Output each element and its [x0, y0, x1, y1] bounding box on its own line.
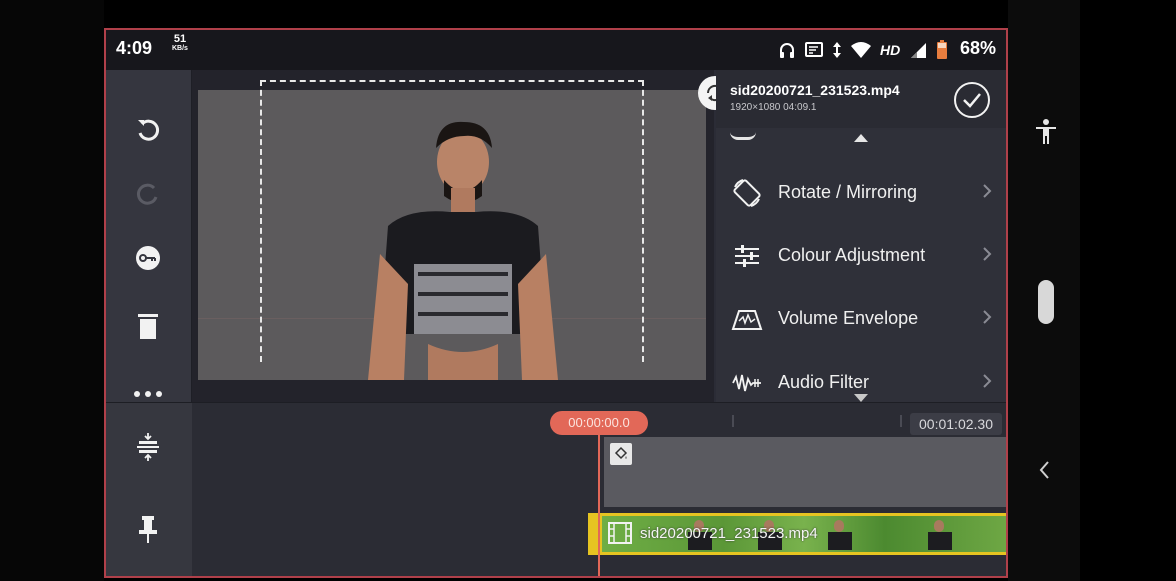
pin-button[interactable] — [128, 509, 168, 549]
pin-icon — [139, 516, 157, 543]
chevron-left-icon[interactable] — [1038, 460, 1050, 480]
headphones-icon — [780, 43, 794, 58]
crop-box[interactable] — [260, 76, 732, 362]
timeline-tracks[interactable]: 00:01:02.30 sid20200721_231523.mp4 00:00… — [192, 403, 1006, 576]
network-speed: 51 KB/s — [172, 33, 188, 53]
playhead-line[interactable] — [598, 433, 600, 576]
network-speed-unit: KB/s — [172, 45, 188, 52]
menu-item-label: Volume Envelope — [778, 308, 919, 328]
clip-options-panel: sid20200721_231523.mp4 1920×1080 04:09.1… — [716, 70, 1006, 402]
fill-bucket-icon — [610, 443, 632, 465]
split-button[interactable] — [128, 427, 168, 467]
menu-item-rotate-mirroring[interactable]: Rotate / Mirroring — [716, 162, 1006, 222]
status-bar: 4:09 51 KB/s HD 68% — [106, 30, 1006, 70]
status-time: 4:09 — [116, 38, 153, 58]
network-type: HD — [880, 42, 901, 58]
menu-item-colour-adjustment[interactable]: Colour Adjustment — [716, 225, 1006, 285]
video-preview[interactable] — [192, 70, 732, 402]
playhead-time[interactable]: 00:00:00.0 — [550, 411, 648, 435]
chevron-right-icon — [983, 247, 992, 261]
volume-envelope-icon — [731, 310, 763, 330]
undo-icon — [138, 119, 160, 141]
signal-icon — [911, 43, 927, 58]
app-screen: 4:09 51 KB/s HD 68% sid20200721_231523.m… — [104, 28, 1008, 578]
menu-item-label: Audio Filter — [778, 372, 870, 392]
status-icons: HD — [778, 40, 948, 60]
undo-button[interactable] — [128, 110, 168, 150]
keyframe-icon — [136, 246, 160, 270]
wifi-icon — [851, 42, 871, 58]
timeline-toolbar — [106, 403, 192, 576]
check-icon — [963, 93, 981, 108]
chevron-right-icon — [983, 184, 992, 198]
scroll-up-arrow[interactable] — [854, 134, 868, 142]
sliders-icon — [735, 245, 759, 267]
network-speed-value: 51 — [173, 33, 187, 45]
battery-percent: 68% — [960, 38, 997, 58]
chevron-right-icon — [983, 374, 992, 388]
film-icon — [608, 522, 632, 544]
data-arrows-icon — [833, 42, 841, 58]
end-time: 00:01:02.30 — [910, 413, 1002, 435]
delete-button[interactable] — [128, 306, 168, 346]
delete-icon — [138, 314, 158, 339]
layer-track[interactable] — [604, 437, 1006, 507]
menu-item-volume-envelope[interactable]: Volume Envelope — [716, 288, 1006, 348]
rotate-icon — [733, 179, 761, 207]
right-bezel — [1008, 0, 1176, 581]
clip-label: sid20200721_231523.mp4 — [640, 525, 818, 542]
panel-header: sid20200721_231523.mp4 1920×1080 04:09.1 — [716, 70, 1006, 128]
redo-icon — [136, 183, 158, 205]
chevron-right-icon — [983, 310, 992, 324]
clip-file-name: sid20200721_231523.mp4 — [730, 82, 900, 98]
confirm-button[interactable] — [954, 82, 990, 118]
keyframe-button[interactable] — [128, 238, 168, 278]
battery-icon — [937, 40, 948, 59]
menu-item-label: Colour Adjustment — [778, 245, 926, 265]
left-bezel — [0, 0, 104, 581]
cast-icon — [805, 42, 823, 57]
menu-item-label: Rotate / Mirroring — [778, 182, 918, 202]
partial-menu-icon — [730, 132, 756, 140]
scroll-down-arrow[interactable] — [854, 394, 868, 402]
audio-filter-icon — [732, 374, 761, 392]
video-clip[interactable]: sid20200721_231523.mp4 — [588, 513, 1006, 555]
split-icon — [137, 433, 159, 461]
accessibility-icon[interactable] — [1034, 118, 1058, 146]
timeline: 00:01:02.30 sid20200721_231523.mp4 00:00… — [106, 402, 1006, 576]
side-scroll-handle[interactable] — [1038, 280, 1054, 324]
clip-file-meta: 1920×1080 04:09.1 — [730, 102, 817, 113]
redo-button[interactable] — [128, 174, 168, 214]
more-icon — [134, 391, 162, 397]
